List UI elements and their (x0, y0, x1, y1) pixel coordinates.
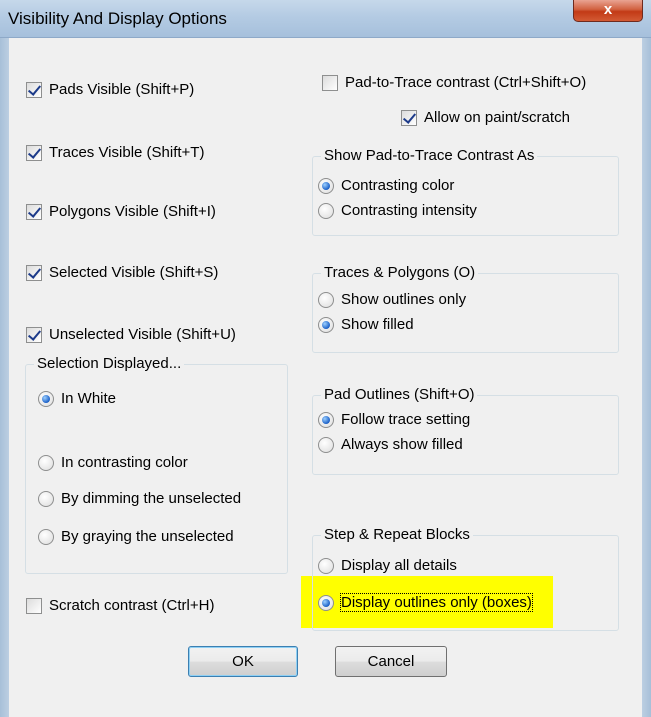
radio-label: In White (61, 390, 117, 407)
pad-outlines-group: Pad Outlines (Shift+O) Follow trace sett… (312, 386, 619, 475)
radio-contrasting-intensity[interactable]: Contrasting intensity (318, 202, 477, 219)
scratch-contrast-label: Scratch contrast (Ctrl+H) (49, 597, 215, 614)
checkbox-icon (26, 264, 42, 281)
checkbox-icon (401, 109, 417, 126)
traces-polygons-label: Traces & Polygons (O) (321, 264, 479, 281)
scratch-contrast-checkbox[interactable]: Scratch contrast (Ctrl+H) (26, 597, 214, 614)
unselected-visible-label: Unselected Visible (Shift+U) (49, 326, 236, 343)
radio-label: Show filled (341, 316, 414, 333)
radio-icon (318, 177, 334, 194)
radio-by-dimming[interactable]: By dimming the unselected (38, 490, 241, 507)
radio-icon (318, 594, 334, 611)
window-frame-right (642, 38, 651, 717)
unselected-visible-checkbox[interactable]: Unselected Visible (Shift+U) (26, 326, 236, 343)
radio-label: Show outlines only (341, 291, 467, 308)
radio-show-outlines[interactable]: Show outlines only (318, 291, 466, 308)
selection-displayed-label: Selection Displayed... (34, 355, 185, 372)
step-repeat-group: Step & Repeat Blocks Display all details… (312, 526, 619, 631)
dialog-body: Pads Visible (Shift+P) Traces Visible (S… (9, 38, 642, 717)
selected-visible-checkbox[interactable]: Selected Visible (Shift+S) (26, 264, 218, 281)
step-repeat-label: Step & Repeat Blocks (321, 526, 473, 543)
radio-icon (38, 528, 54, 545)
radio-label: Always show filled (341, 436, 463, 453)
radio-always-show-filled[interactable]: Always show filled (318, 436, 463, 453)
contrast-as-label: Show Pad-to-Trace Contrast As (321, 147, 538, 164)
traces-polygons-group: Traces & Polygons (O) Show outlines only… (312, 264, 619, 353)
pad-to-trace-label: Pad-to-Trace contrast (Ctrl+Shift+O) (345, 74, 587, 91)
pad-outlines-label: Pad Outlines (Shift+O) (321, 386, 478, 403)
selected-visible-label: Selected Visible (Shift+S) (49, 264, 219, 281)
pads-visible-label: Pads Visible (Shift+P) (49, 81, 195, 98)
traces-visible-checkbox[interactable]: Traces Visible (Shift+T) (26, 144, 204, 161)
close-button[interactable]: x (573, 0, 643, 22)
radio-icon (318, 316, 334, 333)
radio-in-white[interactable]: In White (38, 390, 116, 407)
radio-contrasting-color[interactable]: Contrasting color (318, 177, 454, 194)
radio-label: Display all details (341, 557, 457, 574)
radio-label: By graying the unselected (61, 528, 234, 545)
allow-on-paint-label: Allow on paint/scratch (424, 109, 570, 126)
radio-label: In contrasting color (61, 454, 188, 471)
radio-icon (38, 390, 54, 407)
checkbox-icon (26, 203, 42, 220)
checkbox-icon (26, 597, 42, 614)
checkbox-icon (26, 326, 42, 343)
close-icon: x (603, 1, 613, 18)
radio-icon (318, 202, 334, 219)
polygons-visible-label: Polygons Visible (Shift+I) (49, 203, 216, 220)
title-bar: Visibility And Display Options x (0, 0, 651, 38)
traces-visible-label: Traces Visible (Shift+T) (49, 144, 205, 161)
radio-icon (318, 436, 334, 453)
radio-in-contrasting-color[interactable]: In contrasting color (38, 454, 188, 471)
cancel-button[interactable]: Cancel (335, 646, 447, 677)
window-frame-left (0, 38, 9, 717)
radio-display-outlines-only[interactable]: Display outlines only (boxes) (318, 593, 533, 612)
pad-to-trace-checkbox[interactable]: Pad-to-Trace contrast (Ctrl+Shift+O) (322, 74, 586, 91)
radio-by-graying[interactable]: By graying the unselected (38, 528, 234, 545)
checkbox-icon (26, 144, 42, 161)
radio-icon (318, 557, 334, 574)
allow-on-paint-checkbox[interactable]: Allow on paint/scratch (401, 109, 570, 126)
selection-displayed-group: Selection Displayed... In White In contr… (25, 355, 288, 574)
radio-icon (38, 454, 54, 471)
radio-label: Display outlines only (boxes) (340, 593, 533, 612)
pads-visible-checkbox[interactable]: Pads Visible (Shift+P) (26, 81, 194, 98)
radio-icon (38, 490, 54, 507)
contrast-as-group: Show Pad-to-Trace Contrast As Contrastin… (312, 147, 619, 236)
radio-display-all-details[interactable]: Display all details (318, 557, 457, 574)
radio-label: By dimming the unselected (61, 490, 242, 507)
polygons-visible-checkbox[interactable]: Polygons Visible (Shift+I) (26, 203, 216, 220)
radio-icon (318, 411, 334, 428)
radio-follow-trace[interactable]: Follow trace setting (318, 411, 470, 428)
window-title: Visibility And Display Options (8, 9, 227, 28)
radio-icon (318, 291, 334, 308)
radio-label: Contrasting color (341, 177, 455, 194)
radio-show-filled[interactable]: Show filled (318, 316, 414, 333)
checkbox-icon (26, 81, 42, 98)
checkbox-icon (322, 74, 338, 91)
ok-button[interactable]: OK (188, 646, 298, 677)
radio-label: Follow trace setting (341, 411, 471, 428)
radio-label: Contrasting intensity (341, 202, 477, 219)
